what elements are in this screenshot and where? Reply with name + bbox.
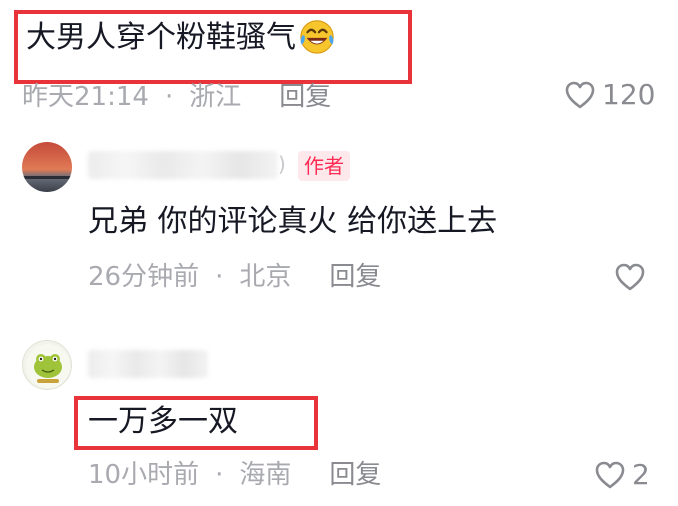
reply-1-meta: 26分钟前 · 北京 回复 (88, 260, 381, 294)
comment-1-location: 浙江 (189, 82, 242, 112)
reply-1-reply-button[interactable]: 回复 (329, 262, 381, 292)
meta-separator: · (164, 82, 174, 112)
reply-1-like-button[interactable] (614, 262, 646, 292)
comment-1-text: 大男人穿个粉鞋骚气 (26, 20, 296, 55)
username-suffix-mark: ) (278, 152, 286, 176)
comment-1-like-button[interactable]: 120 (564, 78, 655, 111)
reply-1-time: 26分钟前 (88, 262, 200, 292)
meta-separator: · (215, 460, 224, 490)
reply-2-meta: 10小时前 · 海南 回复 (88, 458, 381, 492)
comment-1-meta: 昨天21:14 · 浙江 回复 (22, 80, 331, 114)
reply-1-text[interactable]: 兄弟 你的评论真火 给你送上去 (88, 202, 497, 242)
heart-outline-icon (615, 263, 645, 291)
author-badge: 作者 (298, 151, 350, 181)
reply-2-time: 10小时前 (88, 460, 200, 490)
reply-2-location: 海南 (239, 460, 292, 490)
avatar[interactable] (22, 340, 72, 390)
avatar[interactable] (22, 142, 72, 192)
blurred-username[interactable] (88, 151, 278, 179)
reply-2-like-count: 2 (632, 458, 650, 491)
reply-2-reply-button[interactable]: 回复 (329, 460, 381, 490)
laughing-tears-emoji-icon (298, 17, 336, 55)
heart-outline-icon (595, 461, 625, 488)
blurred-username[interactable] (88, 350, 208, 378)
comment-1[interactable]: 大男人穿个粉鞋骚气 (26, 14, 336, 62)
comment-1-like-count: 120 (602, 78, 656, 111)
comment-1-time: 昨天21:14 (22, 82, 149, 112)
reply-2-text[interactable]: 一万多一双 (88, 402, 238, 442)
heart-outline-icon (565, 81, 595, 108)
meta-separator: · (215, 262, 224, 292)
reply-1-location: 北京 (239, 262, 292, 292)
reply-2-like-button[interactable]: 2 (594, 458, 650, 491)
comment-1-reply-button[interactable]: 回复 (279, 82, 331, 112)
